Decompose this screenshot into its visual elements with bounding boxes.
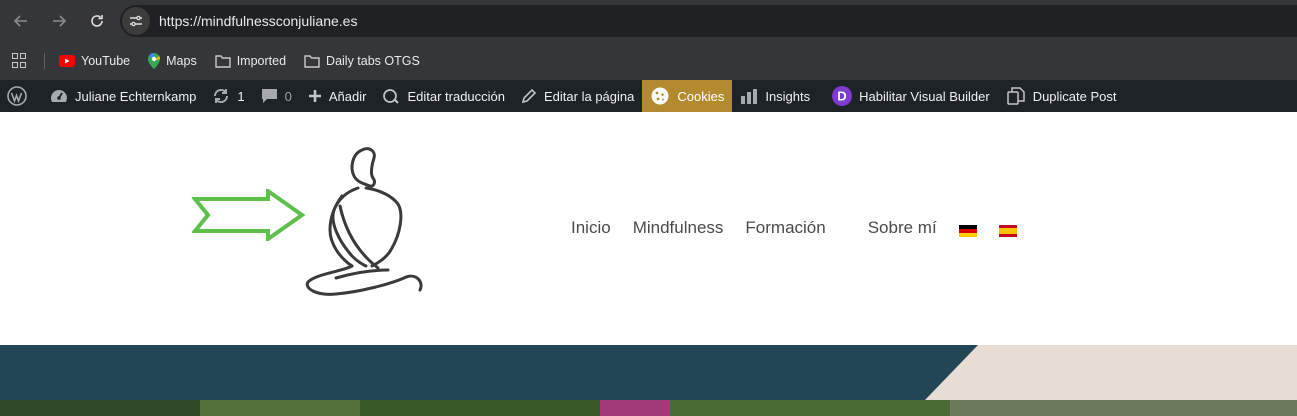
- folder-icon: [304, 54, 320, 68]
- wp-duplicate-label: Duplicate Post: [1032, 88, 1117, 104]
- menu-item-formacion[interactable]: Formación: [745, 218, 825, 238]
- banner-beige-shape: [925, 345, 1297, 400]
- cookie-icon: [650, 86, 670, 106]
- maps-icon: [148, 53, 161, 69]
- bookmark-imported[interactable]: Imported: [215, 54, 286, 68]
- folder-icon: [215, 54, 231, 68]
- bookmarks-divider: [44, 53, 45, 69]
- wp-duplicate-post[interactable]: Duplicate Post: [998, 80, 1125, 112]
- plus-icon: [308, 89, 322, 103]
- bookmarks-bar: YouTube Maps Imported Daily tabs OTGS: [0, 42, 1297, 80]
- bookmark-label: Daily tabs OTGS: [326, 54, 420, 68]
- wp-logo-menu[interactable]: [0, 80, 42, 112]
- hero-image: [0, 400, 1297, 416]
- reload-button[interactable]: [80, 4, 114, 38]
- wp-user-name: Juliane Echternkamp: [75, 88, 197, 104]
- wp-add-label: Añadir: [328, 88, 367, 104]
- forward-button[interactable]: [42, 4, 76, 38]
- wp-insights[interactable]: Insights: [732, 80, 818, 112]
- bookmark-label: YouTube: [81, 54, 131, 68]
- meditation-logo[interactable]: [300, 144, 428, 296]
- german-flag-icon[interactable]: [958, 222, 977, 237]
- wp-visual-builder[interactable]: D Habilitar Visual Builder: [818, 80, 998, 112]
- translate-icon: [382, 87, 400, 105]
- apps-grid-icon[interactable]: [12, 53, 28, 69]
- back-button[interactable]: [4, 4, 38, 38]
- wp-admin-bar: Juliane Echternkamp 1 0 Añadir Editar tr…: [0, 80, 1297, 112]
- browser-toolbar: https://mindfulnessconjuliane.es: [0, 0, 1297, 42]
- pencil-icon: [521, 88, 537, 104]
- comment-icon: [261, 88, 278, 104]
- reload-icon: [91, 15, 103, 27]
- green-arrow-icon: [192, 189, 306, 241]
- main-menu: Inicio Mindfulness Formación Sobre mí: [571, 218, 1017, 238]
- wp-edit-translation[interactable]: Editar traducción: [374, 80, 513, 112]
- wp-updates-count: 1: [237, 88, 245, 104]
- wp-translate-label: Editar traducción: [407, 88, 506, 104]
- url-text[interactable]: https://mindfulnessconjuliane.es: [159, 13, 357, 29]
- wp-updates[interactable]: 1: [204, 80, 252, 112]
- wp-cookies-label: Cookies: [677, 88, 725, 104]
- wordpress-icon: [7, 86, 27, 106]
- duplicate-icon: [1006, 86, 1026, 106]
- bar-chart-icon: [740, 88, 758, 104]
- wp-insights-label: Insights: [765, 88, 811, 104]
- wp-cookies[interactable]: Cookies: [642, 80, 733, 112]
- bookmark-youtube[interactable]: YouTube: [59, 54, 130, 68]
- site-info-button[interactable]: [122, 7, 150, 35]
- divi-icon: D: [832, 86, 853, 106]
- bookmark-daily-tabs[interactable]: Daily tabs OTGS: [304, 54, 420, 68]
- updates-icon: [212, 88, 230, 104]
- menu-item-inicio[interactable]: Inicio: [571, 218, 611, 238]
- wp-comments-count: 0: [284, 88, 292, 104]
- bookmark-label: Imported: [236, 54, 287, 68]
- arrow-right-icon: [53, 15, 67, 27]
- bookmark-label: Maps: [166, 54, 197, 68]
- spanish-flag-icon[interactable]: [998, 222, 1017, 237]
- site-header: Inicio Mindfulness Formación Sobre mí: [0, 112, 1297, 345]
- wp-add-new[interactable]: Añadir: [300, 80, 375, 112]
- wp-site-name[interactable]: Juliane Echternkamp: [42, 80, 204, 112]
- youtube-icon: [59, 55, 75, 67]
- wp-comments[interactable]: 0: [253, 80, 300, 112]
- address-bar[interactable]: https://mindfulnessconjuliane.es: [120, 5, 1297, 37]
- menu-item-sobre-mi[interactable]: Sobre mí: [868, 218, 937, 238]
- bookmark-maps[interactable]: Maps: [148, 53, 197, 69]
- wp-edit-page-label: Editar la página: [544, 88, 635, 104]
- menu-item-mindfulness[interactable]: Mindfulness: [633, 218, 724, 238]
- wp-edit-page[interactable]: Editar la página: [513, 80, 642, 112]
- svg-text:D: D: [837, 89, 846, 104]
- tune-icon: [130, 15, 142, 27]
- wp-visual-builder-label: Habilitar Visual Builder: [859, 88, 990, 104]
- arrow-left-icon: [13, 15, 27, 27]
- dashboard-icon: [50, 88, 68, 104]
